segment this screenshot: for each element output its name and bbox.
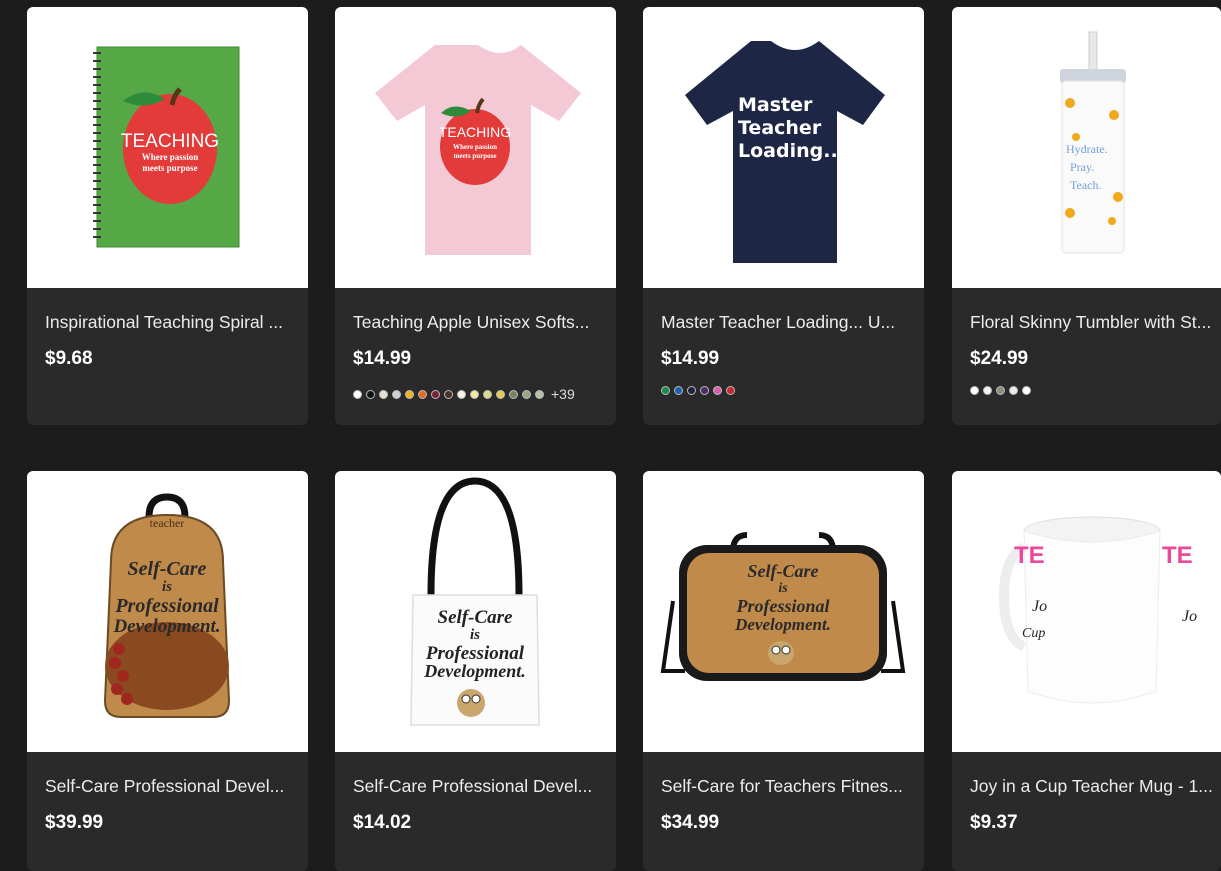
product-image[interactable]: TEACHING Where passion meets purpose <box>335 7 616 288</box>
tshirt-line2: meets purpose <box>454 152 497 160</box>
color-swatch[interactable] <box>483 389 492 399</box>
color-swatch[interactable] <box>431 389 440 399</box>
tumbler-line1: Hydrate. <box>1066 142 1108 156</box>
notebook-line1: Where passion <box>142 152 199 162</box>
duffel-line3: Professional <box>735 596 829 616</box>
color-swatch[interactable] <box>535 389 544 399</box>
product-price: $24.99 <box>970 348 1029 369</box>
product-image[interactable]: Self-Care is Professional Development. <box>643 471 924 752</box>
product-image[interactable]: TEACHING Where passion meets purpose <box>27 7 308 288</box>
tshirt-line1: Where passion <box>453 143 497 151</box>
owl-icon <box>768 641 794 665</box>
navy-line3: Loading... <box>738 140 845 162</box>
color-swatches <box>970 386 1031 395</box>
product-title[interactable]: Self-Care Professional Devel... <box>45 776 300 797</box>
product-price: $34.99 <box>661 812 720 833</box>
svg-text:TE: TE <box>1162 542 1193 569</box>
color-swatch[interactable] <box>700 386 709 395</box>
navy-line2: Teacher <box>738 117 822 139</box>
color-swatch[interactable] <box>726 386 735 395</box>
color-swatch[interactable] <box>392 389 401 399</box>
product-card[interactable]: Hydrate. Pray. Teach. Floral Skinny Tumb… <box>952 7 1221 425</box>
product-card[interactable]: TE Jo Cup TE Jo Joy in a Cup Teacher Mug… <box>952 471 1221 871</box>
color-swatch[interactable] <box>661 386 670 395</box>
duffel-line2: is <box>778 581 788 596</box>
backpack-line3: Professional <box>114 595 219 617</box>
tumbler-line2: Pray. <box>1070 160 1094 174</box>
color-swatch[interactable] <box>509 389 518 399</box>
color-swatch[interactable] <box>444 389 453 399</box>
product-card[interactable]: teacher Self-Care is Professional Develo… <box>27 471 308 871</box>
backpack-top: teacher <box>150 516 185 530</box>
color-swatch[interactable] <box>470 389 479 399</box>
product-image[interactable]: teacher Self-Care is Professional Develo… <box>27 471 308 752</box>
backpack-line1: Self-Care <box>128 558 207 580</box>
product-image[interactable]: TE Jo Cup TE Jo <box>952 471 1221 752</box>
product-image[interactable]: Self-Care is Professional Development. <box>335 471 616 752</box>
product-price: $14.02 <box>353 812 412 833</box>
color-swatch[interactable] <box>522 389 531 399</box>
product-title[interactable]: Teaching Apple Unisex Softs... <box>353 312 608 333</box>
color-swatch[interactable] <box>405 389 414 399</box>
svg-text:Jo: Jo <box>1182 608 1197 625</box>
product-price: $14.99 <box>353 348 412 369</box>
tshirt-word: TEACHING <box>439 124 511 140</box>
backpack-line4: Development. <box>112 616 220 637</box>
color-swatch[interactable] <box>713 386 722 395</box>
product-title[interactable]: Joy in a Cup Teacher Mug - 1... <box>970 776 1213 797</box>
product-title[interactable]: Self-Care Professional Devel... <box>353 776 608 797</box>
color-swatch[interactable] <box>970 386 979 395</box>
product-price: $9.37 <box>970 812 1018 833</box>
notebook-line2: meets purpose <box>142 163 197 173</box>
tote-line4: Development. <box>423 661 525 681</box>
product-title[interactable]: Floral Skinny Tumbler with St... <box>970 312 1213 333</box>
product-title[interactable]: Self-Care for Teachers Fitnes... <box>661 776 916 797</box>
color-swatch[interactable] <box>1009 386 1018 395</box>
color-swatch[interactable] <box>687 386 696 395</box>
product-price: $9.68 <box>45 348 93 369</box>
color-swatch[interactable] <box>457 389 466 399</box>
color-swatch[interactable] <box>983 386 992 395</box>
navy-line1: Master <box>738 94 813 116</box>
product-price: $39.99 <box>45 812 104 833</box>
tote-line1: Self-Care <box>438 607 514 628</box>
color-swatch[interactable] <box>379 389 388 399</box>
color-swatch[interactable] <box>366 389 375 399</box>
backpack-line2: is <box>162 579 172 595</box>
product-image[interactable]: Master Teacher Loading... <box>643 7 924 288</box>
more-colors-count[interactable]: +39 <box>551 386 575 402</box>
product-title[interactable]: Inspirational Teaching Spiral ... <box>45 312 300 333</box>
product-title[interactable]: Master Teacher Loading... U... <box>661 312 916 333</box>
color-swatch[interactable] <box>996 386 1005 395</box>
mug-line3: Cup <box>1022 626 1045 641</box>
product-card[interactable]: Self-Care is Professional Development. S… <box>335 471 616 871</box>
mug-line2: Jo <box>1032 598 1047 615</box>
tote-line2: is <box>470 627 480 643</box>
tumbler-line3: Teach. <box>1070 178 1101 192</box>
duffel-line4: Development. <box>734 615 831 634</box>
owl-icon <box>457 689 485 717</box>
color-swatches: +39 <box>353 386 575 402</box>
color-swatch[interactable] <box>353 389 362 399</box>
color-swatch[interactable] <box>674 386 683 395</box>
mug-line1: TE <box>1014 542 1045 569</box>
product-card[interactable]: TEACHING Where passion meets purpose Tea… <box>335 7 616 425</box>
product-card[interactable]: Master Teacher Loading... Master Teacher… <box>643 7 924 425</box>
color-swatch[interactable] <box>418 389 427 399</box>
product-image[interactable]: Hydrate. Pray. Teach. <box>952 7 1221 288</box>
product-card[interactable]: TEACHING Where passion meets purpose Ins… <box>27 7 308 425</box>
product-price: $14.99 <box>661 348 720 369</box>
notebook-word: TEACHING <box>121 131 219 152</box>
color-swatch[interactable] <box>1022 386 1031 395</box>
product-card[interactable]: Self-Care is Professional Development. S… <box>643 471 924 871</box>
duffel-line1: Self-Care <box>748 561 819 581</box>
color-swatch[interactable] <box>496 389 505 399</box>
color-swatches <box>661 386 735 395</box>
